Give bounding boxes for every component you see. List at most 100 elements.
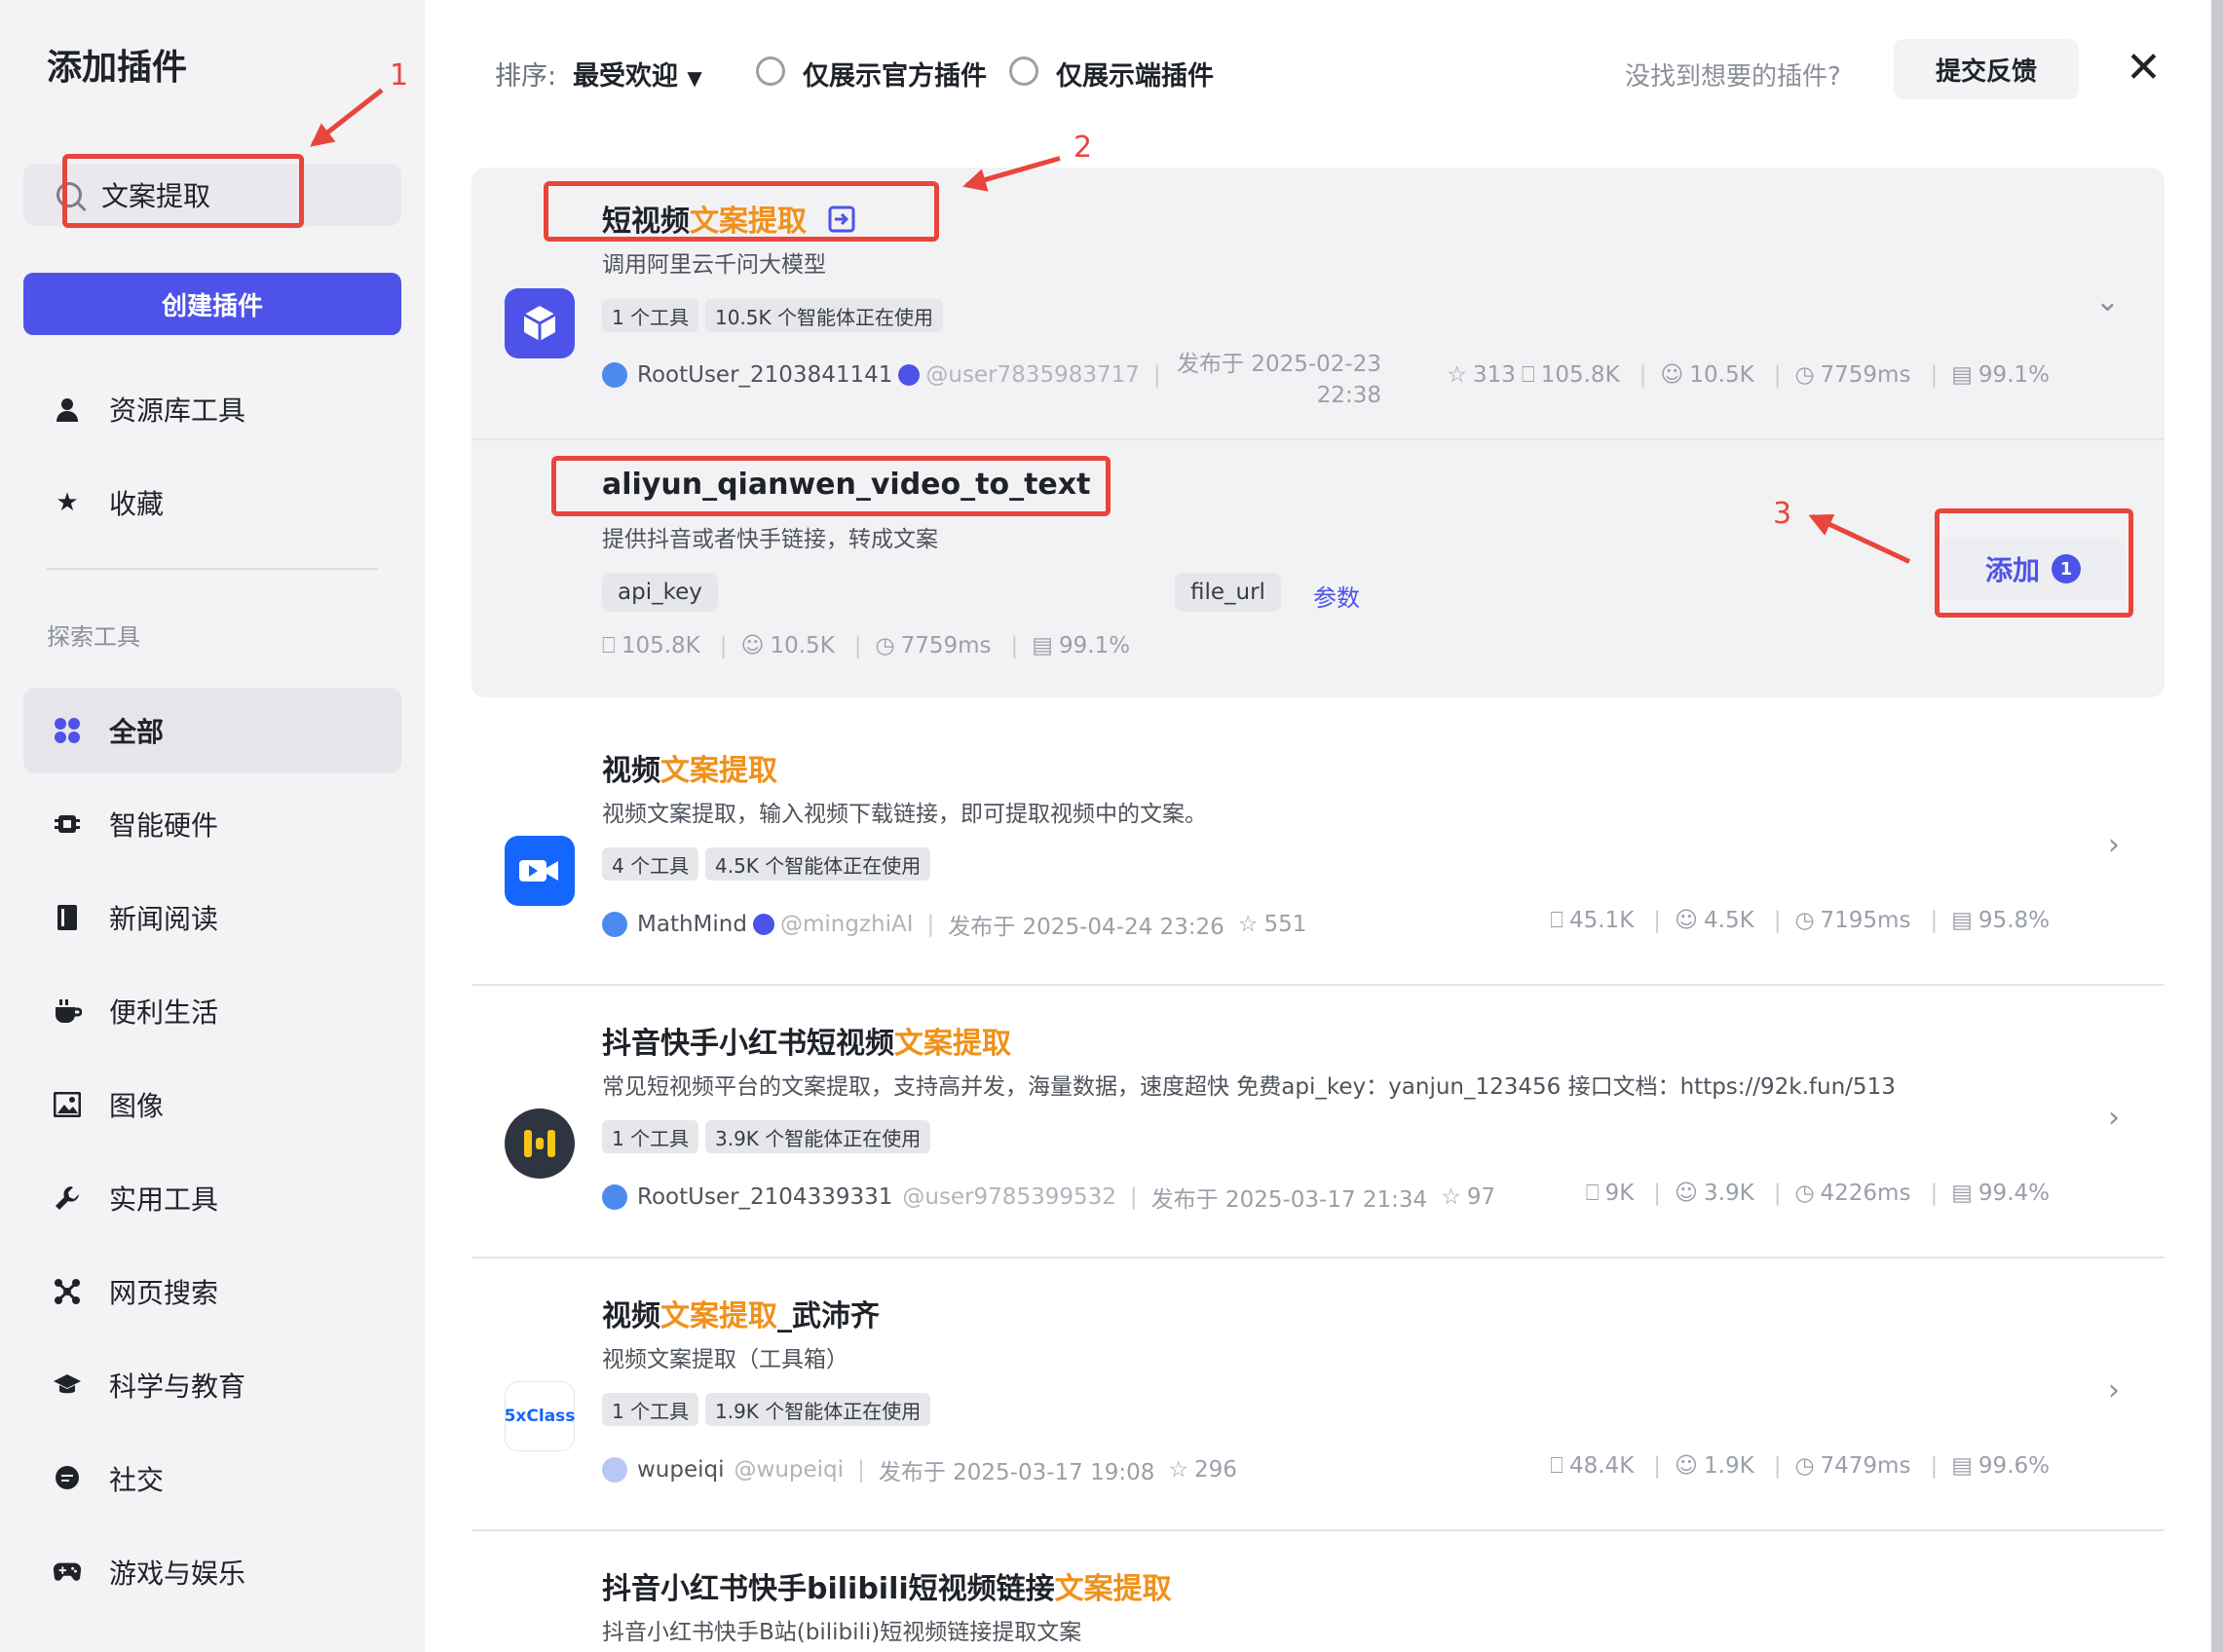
sidebar-item-label: 社交 — [109, 1464, 165, 1496]
star-outline-icon: ☆ — [1441, 1184, 1461, 1210]
official-only-label[interactable]: 仅展示官方插件 — [803, 55, 987, 93]
star-outline-icon: ☆ — [1237, 912, 1259, 937]
sidebar-item-favorites[interactable]: ★ 收藏 — [23, 460, 401, 545]
sidebar-item-label: 新闻阅读 — [109, 903, 219, 935]
plugin-card-expanded: 短视频文案提取 调用阿里云千问大模型 1 个工具 10.5K 个智能体正在使用 … — [471, 168, 2165, 697]
usage-tag: 4.5K 个智能体正在使用 — [705, 847, 931, 881]
sidebar-item-utilities[interactable]: 实用工具 — [23, 1155, 401, 1241]
sort-label: 排序: — [495, 61, 557, 92]
author-line: MathMind @mingzhiAI | 发布于 2025-04-24 23:… — [602, 908, 1306, 941]
calls-icon: ⎕ — [1585, 1181, 1600, 1206]
chevron-right-icon[interactable]: › — [2108, 1373, 2120, 1408]
annotation-box-search — [62, 154, 304, 228]
sidebar-item-label: 全部 — [109, 716, 165, 748]
sidebar-item-science-education[interactable]: 科学与教育 — [23, 1342, 401, 1428]
publish-date: 发布于 2025-02-23 22:38 — [1177, 352, 1381, 408]
success-icon: ▤ — [1032, 633, 1054, 658]
param-tag: file_url — [1175, 573, 1281, 612]
plugin-stats: ⎕ 9K | ☺ 3.9K | ◷ 4226ms | ▤ 99.4% — [1585, 1181, 2050, 1206]
plugin-title[interactable]: 视频文案提取_武沛齐 — [602, 1292, 880, 1334]
sort-dropdown[interactable]: 最受欢迎 ▼ — [573, 55, 702, 93]
verified-icon — [752, 914, 774, 935]
sidebar-item-image[interactable]: 图像 — [23, 1062, 401, 1147]
param-tag: api_key — [602, 573, 718, 612]
bot-icon: ☺ — [1675, 908, 1699, 933]
chevron-down-icon[interactable]: ⌄ — [2095, 284, 2120, 319]
plugin-title[interactable]: 抖音小红书快手bilibili短视频链接文案提取 — [602, 1564, 1172, 1607]
filter-bar: 排序: 最受欢迎 ▼ 仅展示官方插件 仅展示端插件 没找到想要的插件? 提交反馈… — [425, 39, 2211, 99]
star-outline-icon: ☆ — [1168, 1457, 1189, 1483]
sidebar-item-label: 智能硬件 — [109, 809, 219, 842]
sidebar-item-label: 便利生活 — [109, 996, 219, 1029]
plugin-description: 视频文案提取，输入视频下载链接，即可提取视频中的文案。 — [602, 802, 1207, 827]
video-camera-icon — [505, 836, 575, 906]
sidebar-item-label: 实用工具 — [109, 1183, 219, 1216]
avatar — [602, 912, 627, 937]
tool-description: 提供抖音或者快手链接，转成文案 — [602, 527, 938, 552]
plugin-description: 常见短视频平台的文案提取，支持高并发，海量数据，速度超快 免费api_key：y… — [602, 1074, 1896, 1100]
plugin-title[interactable]: 视频文案提取 — [602, 746, 777, 789]
divider — [471, 1529, 2165, 1531]
clock-icon: ◷ — [1794, 908, 1815, 933]
sort-value: 最受欢迎 — [573, 61, 678, 92]
chip-icon — [53, 809, 82, 839]
sidebar-item-life[interactable]: 便利生活 — [23, 968, 401, 1054]
verified-icon — [898, 364, 921, 386]
plugin-stats: ☆ 313 ⎕ 105.8K | ☺ 10.5K | ◷ 7759ms | ▤ 99.1% — [1447, 362, 2050, 388]
fivexclass-logo: 5xClass — [505, 1381, 575, 1451]
create-plugin-button[interactable]: 创建插件 — [23, 273, 401, 335]
bot-icon: ☺ — [1660, 362, 1684, 388]
sidebar-item-social[interactable]: 社交 — [23, 1436, 401, 1521]
chevron-right-icon[interactable]: › — [2108, 1101, 2120, 1135]
success-icon: ▤ — [1951, 362, 1973, 388]
star-icon: ★ — [56, 488, 79, 517]
success-icon: ▤ — [1951, 908, 1973, 933]
client-only-label[interactable]: 仅展示端插件 — [1056, 55, 1214, 93]
params-link[interactable]: 参数 — [1313, 579, 1360, 613]
avatar — [602, 1184, 627, 1210]
submit-feedback-button[interactable]: 提交反馈 — [1894, 39, 2079, 99]
clock-icon: ◷ — [875, 633, 895, 658]
plugin-card[interactable]: 抖音小红书快手bilibili短视频链接文案提取 抖音小红书快手B站(bilib… — [471, 1539, 2165, 1652]
sidebar-item-label: 科学与教育 — [109, 1370, 246, 1403]
bot-icon: ☺ — [1675, 1453, 1699, 1479]
usage-tag: 3.9K 个智能体正在使用 — [705, 1120, 931, 1153]
plugin-card[interactable]: 5xClass 视频文案提取_武沛齐 视频文案提取（工具箱） 1 个工具 1.9… — [471, 1266, 2165, 1531]
sidebar-item-label: 网页搜索 — [109, 1277, 219, 1309]
usage-tag: 10.5K 个智能体正在使用 — [705, 299, 944, 332]
sidebar-item-web-search[interactable]: 网页搜索 — [23, 1249, 401, 1334]
sidebar-item-label: 资源库工具 — [109, 394, 246, 427]
client-only-radio[interactable] — [1009, 56, 1038, 86]
sidebar-item-label: 图像 — [109, 1090, 165, 1122]
success-icon: ▤ — [1951, 1181, 1973, 1206]
sidebar-item-all[interactable]: 全部 — [23, 688, 401, 773]
author-line: RootUser_2104339331 @user9785399532 | 发布… — [602, 1181, 1495, 1214]
sidebar-item-news[interactable]: 新闻阅读 — [23, 875, 401, 960]
book-icon — [53, 903, 82, 932]
close-icon[interactable]: ✕ — [2126, 43, 2162, 93]
plugin-description: 抖音小红书快手B站(bilibili)短视频链接提取文案 — [602, 1620, 1082, 1645]
chat-icon — [53, 1464, 82, 1493]
plugin-card[interactable]: 视频文案提取 视频文案提取，输入视频下载链接，即可提取视频中的文案。 4 个工具… — [471, 721, 2165, 986]
window-edge — [2211, 0, 2223, 1652]
plugin-dialog: 添加插件 文案提取 创建插件 资源库工具 ★ 收藏 探索工具 全部 智能硬件 新… — [0, 0, 2211, 1652]
gamepad-icon — [53, 1558, 82, 1587]
calls-icon: ⎕ — [602, 633, 616, 658]
sidebar-item-smart-hardware[interactable]: 智能硬件 — [23, 781, 401, 867]
sidebar-item-library-tools[interactable]: 资源库工具 — [23, 366, 401, 452]
grid-icon — [53, 716, 82, 745]
plugin-description: 调用阿里云千问大模型 — [602, 252, 826, 278]
plugin-title[interactable]: 抖音快手小红书短视频文案提取 — [602, 1019, 1011, 1062]
avatar — [602, 1457, 627, 1483]
sidebar-divider — [47, 568, 378, 570]
tool-count-tag: 4 个工具 — [602, 847, 699, 881]
chevron-right-icon[interactable]: › — [2108, 828, 2120, 862]
sidebar-item-games[interactable]: 游戏与娱乐 — [23, 1529, 401, 1615]
tool-count-tag: 1 个工具 — [602, 299, 699, 332]
coffee-icon — [53, 996, 82, 1026]
official-only-radio[interactable] — [756, 56, 785, 86]
network-icon — [53, 1277, 82, 1306]
graduation-cap-icon — [53, 1370, 82, 1400]
plugin-card[interactable]: 抖音快手小红书短视频文案提取 常见短视频平台的文案提取，支持高并发，海量数据，速… — [471, 994, 2165, 1258]
bot-icon: ☺ — [740, 633, 765, 658]
